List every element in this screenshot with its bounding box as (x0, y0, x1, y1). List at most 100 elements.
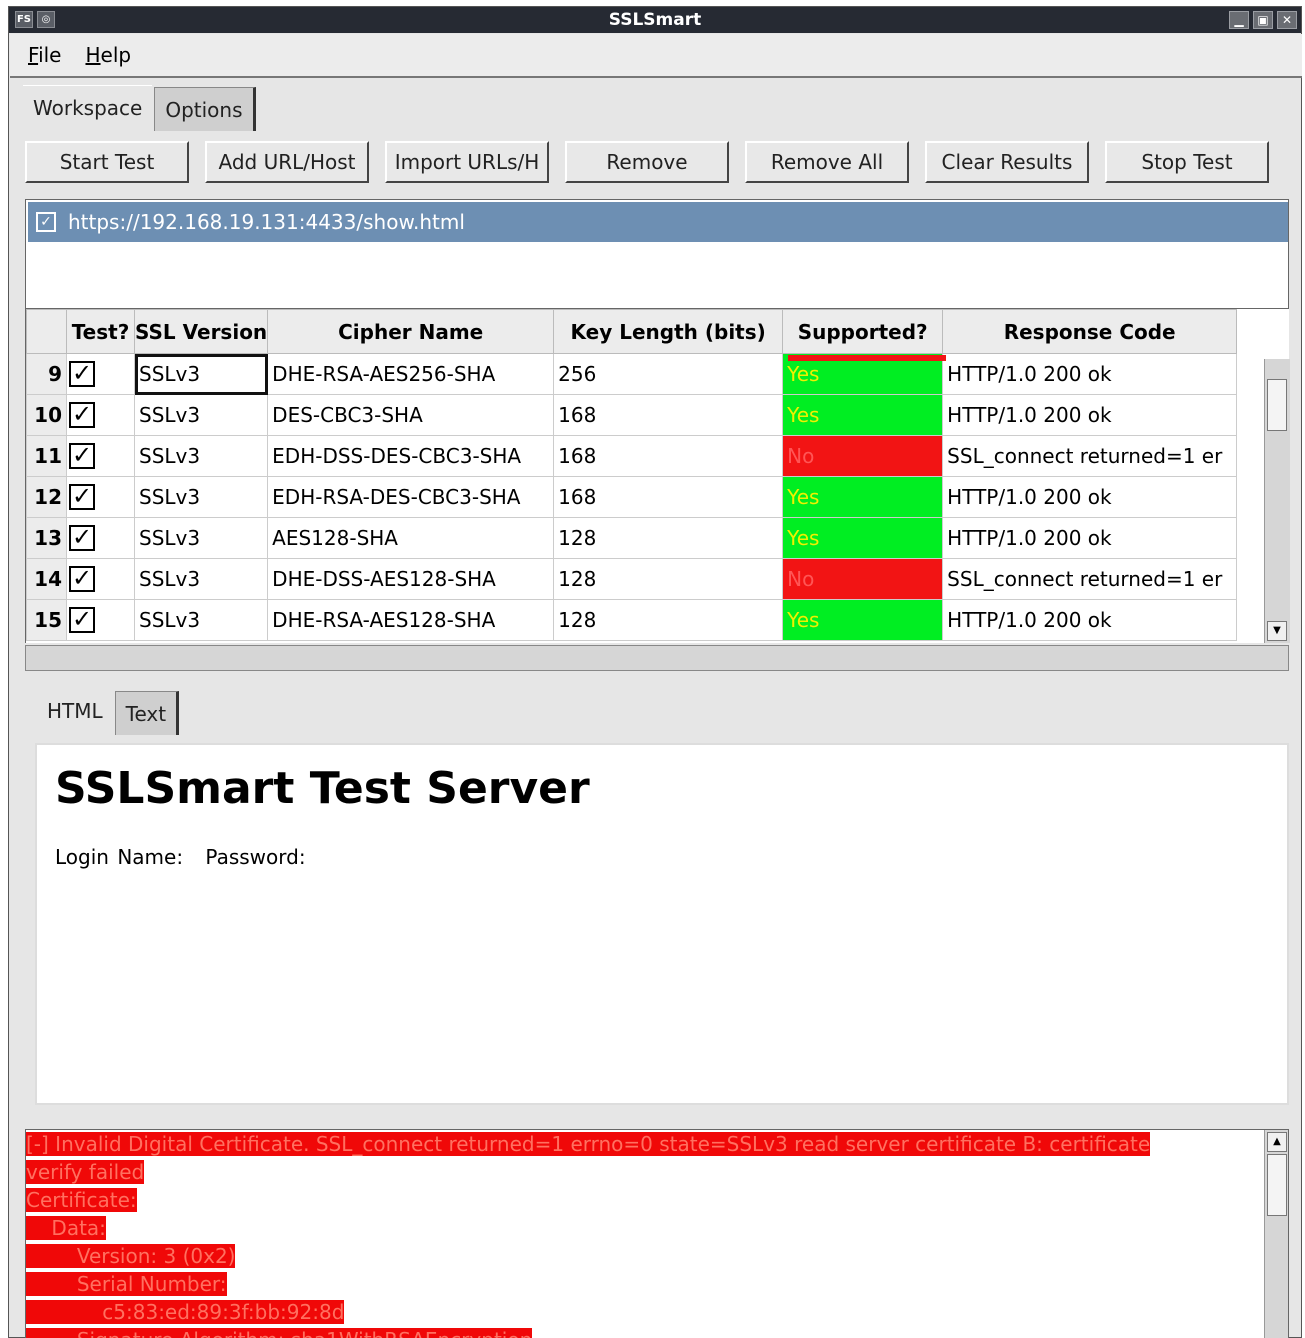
row-number: 14 (26, 558, 67, 600)
row-test-cell: ✓ (66, 558, 135, 600)
response-code-cell: HTTP/1.0 200 ok (942, 599, 1238, 641)
cipher-name-cell: EDH-RSA-DES-CBC3-SHA (267, 476, 555, 518)
row-number: 9 (26, 353, 67, 395)
url-list-item[interactable]: ✓ https://192.168.19.131:4433/show.html (28, 202, 1288, 242)
maximize-button[interactable]: ▣ (1253, 11, 1273, 29)
title-bar: FS ◎ SSLSmart ▁ ▣ ✕ (9, 7, 1301, 33)
key-length-cell: 168 (553, 476, 784, 518)
test-checkbox[interactable]: ✓ (69, 566, 95, 593)
row-test-cell: ✓ (66, 517, 135, 559)
cipher-name-cell: EDH-DSS-DES-CBC3-SHA (267, 435, 555, 477)
preview-heading: SSLSmart Test Server (55, 763, 590, 814)
log-line-text: verify failed (26, 1160, 145, 1184)
log-line-text: Serial Number: (26, 1272, 227, 1296)
ssl-version-cell[interactable]: SSLv3 (133, 599, 269, 641)
row-number: 15 (26, 599, 67, 641)
add-url-button[interactable]: Add URL/Host (205, 141, 369, 183)
table-row[interactable]: 13 ✓ SSLv3 AES128-SHA 128 Yes HTTP/1.0 200 ok (26, 517, 1238, 559)
cipher-name-cell: DHE-DSS-AES128-SHA (267, 558, 555, 600)
table-row[interactable]: 15 ✓ SSLv3 DHE-RSA-AES128-SHA 128 Yes HTTP/1.0… (26, 599, 1238, 641)
table-row[interactable]: 14 ✓ SSLv3 DHE-DSS-AES128-SHA 128 No SSL_conne… (26, 558, 1238, 600)
tab-html[interactable]: HTML (37, 689, 113, 735)
table-row[interactable]: 12 ✓ SSLv3 EDH-RSA-DES-CBC3-SHA 168 Yes HTTP/1… (26, 476, 1238, 518)
password-label: Password: (205, 845, 306, 869)
test-checkbox[interactable]: ✓ (69, 484, 95, 511)
response-code-cell: HTTP/1.0 200 ok (942, 517, 1238, 559)
start-test-button[interactable]: Start Test (25, 141, 189, 183)
log-line: Certificate: (26, 1186, 1288, 1214)
menu-help[interactable]: Help (85, 43, 131, 67)
tab-options[interactable]: Options (154, 87, 256, 131)
key-length-cell: 256 (553, 353, 784, 395)
url-list: ✓ https://192.168.19.131:4433/show.html (25, 199, 1289, 309)
login-name-label: Login Name: (55, 845, 184, 869)
test-checkbox[interactable]: ✓ (69, 361, 95, 388)
ssl-version-cell[interactable]: SSLv3 (133, 558, 269, 600)
remove-all-button[interactable]: Remove All (745, 141, 909, 183)
cipher-name-cell: DES-CBC3-SHA (267, 394, 555, 436)
remove-button[interactable]: Remove (565, 141, 729, 183)
supported-header-indicator (788, 355, 946, 361)
tab-text[interactable]: Text (114, 691, 180, 735)
menu-bar: File Help (10, 34, 1302, 78)
test-checkbox[interactable]: ✓ (69, 525, 95, 552)
header-key-length[interactable]: Key Length (bits) (553, 309, 784, 354)
results-scroll-thumb[interactable] (1267, 379, 1287, 431)
log-line-text: c5:83:ed:89:3f:bb:92:8d (26, 1300, 345, 1324)
ssl-version-cell[interactable]: SSLv3 (133, 353, 269, 395)
menu-file[interactable]: File (28, 43, 61, 67)
import-urls-button[interactable]: Import URLs/H (385, 141, 549, 183)
log-line: Version: 3 (0x2) (26, 1242, 1288, 1270)
log-line-text: Signature Algorithm: sha1WithRSAEncrypti… (26, 1328, 533, 1338)
header-cipher-name[interactable]: Cipher Name (267, 309, 555, 354)
results-vertical-scrollbar[interactable]: ▼ (1264, 359, 1290, 643)
ssl-version-cell[interactable]: SSLv3 (133, 394, 269, 436)
scroll-down-arrow-icon[interactable]: ▼ (1267, 621, 1287, 641)
header-rownum (26, 309, 67, 354)
close-button[interactable]: ✕ (1277, 11, 1297, 29)
log-line-text: Certificate: (26, 1188, 137, 1212)
response-code-cell: SSL_connect returned=1 er (942, 558, 1238, 600)
log-line-text: [-] Invalid Digital Certificate. SSL_con… (26, 1132, 1151, 1156)
cipher-name-cell: DHE-RSA-AES256-SHA (267, 353, 555, 395)
results-horizontal-scrollbar[interactable] (25, 645, 1289, 671)
table-row[interactable]: 10 ✓ SSLv3 DES-CBC3-SHA 168 Yes HTTP/1.0 200 o… (26, 394, 1238, 436)
minimize-button[interactable]: ▁ (1229, 11, 1249, 29)
header-response-code[interactable]: Response Code (942, 309, 1238, 354)
response-code-cell: HTTP/1.0 200 ok (942, 394, 1238, 436)
url-checkbox[interactable]: ✓ (36, 212, 56, 232)
table-header-row: Test? SSL Version Cipher Name Key Length… (26, 309, 1238, 354)
tab-workspace[interactable]: Workspace (23, 85, 153, 131)
row-number: 13 (26, 517, 67, 559)
header-test[interactable]: Test? (66, 309, 135, 354)
header-supported[interactable]: Supported? (782, 309, 944, 354)
log-scroll-thumb[interactable] (1267, 1154, 1287, 1216)
table-row[interactable]: 11 ✓ SSLv3 EDH-DSS-DES-CBC3-SHA 168 No SSL_con… (26, 435, 1238, 477)
results-table: Test? SSL Version Cipher Name Key Length… (25, 309, 1290, 643)
supported-cell: Yes (782, 599, 944, 641)
log-line-text: Data: (26, 1216, 106, 1240)
log-line: Serial Number: (26, 1270, 1288, 1298)
ssl-version-cell[interactable]: SSLv3 (133, 517, 269, 559)
row-number: 10 (26, 394, 67, 436)
key-length-cell: 128 (553, 517, 784, 559)
scroll-up-arrow-icon[interactable]: ▲ (1267, 1132, 1287, 1152)
log-line: [-] Invalid Digital Certificate. SSL_con… (26, 1130, 1288, 1158)
ssl-version-cell[interactable]: SSLv3 (133, 435, 269, 477)
ssl-version-cell[interactable]: SSLv3 (133, 476, 269, 518)
clear-results-button[interactable]: Clear Results (925, 141, 1089, 183)
supported-cell: Yes (782, 394, 944, 436)
row-test-cell: ✓ (66, 435, 135, 477)
test-checkbox[interactable]: ✓ (69, 443, 95, 470)
log-vertical-scrollbar[interactable]: ▲ (1264, 1130, 1288, 1338)
stop-test-button[interactable]: Stop Test (1105, 141, 1269, 183)
test-checkbox[interactable]: ✓ (69, 607, 95, 634)
test-checkbox[interactable]: ✓ (69, 402, 95, 429)
main-tabs: Workspace Options (23, 83, 256, 131)
header-ssl-version[interactable]: SSL Version (133, 309, 269, 354)
window-title: SSLSmart (608, 10, 702, 30)
log-output[interactable]: [-] Invalid Digital Certificate. SSL_con… (25, 1129, 1289, 1338)
table-row[interactable]: 9 ✓ SSLv3 DHE-RSA-AES256-SHA 256 Yes HTTP/1.0 … (26, 353, 1238, 395)
app-window: FS ◎ SSLSmart ▁ ▣ ✕ File Help Workspace … (8, 6, 1302, 1338)
log-line: verify failed (26, 1158, 1288, 1186)
